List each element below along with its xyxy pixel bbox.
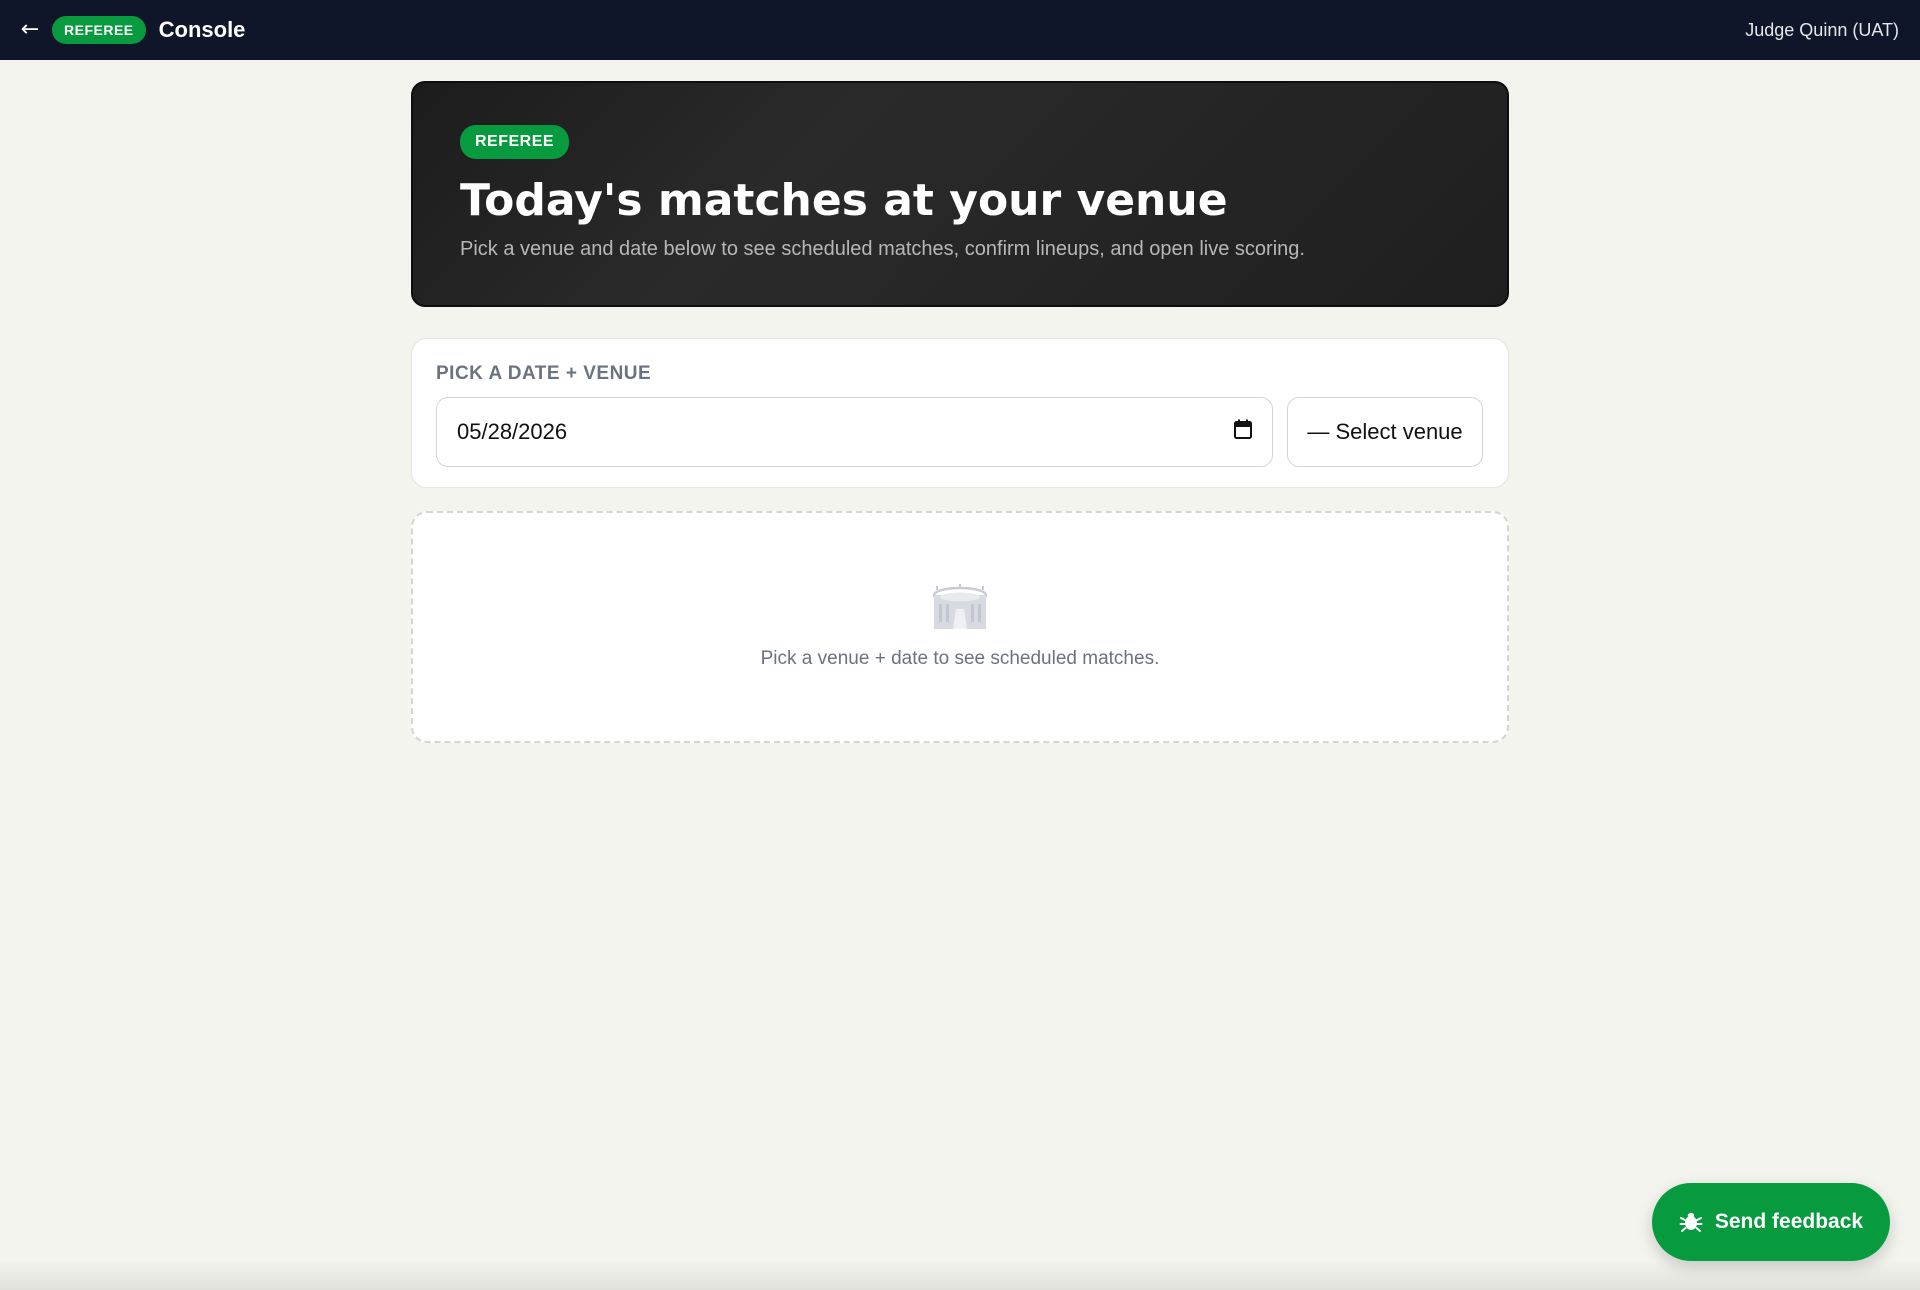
hero-banner: REFEREE Today's matches at your venue Pi…: [411, 81, 1509, 307]
date-venue-picker: PICK A DATE + VENUE 05/28/2026 — Select …: [411, 338, 1509, 488]
empty-message: Pick a venue + date to see scheduled mat…: [760, 648, 1160, 669]
date-value: 05/28/2026: [457, 419, 568, 444]
app-title: Console: [158, 17, 246, 42]
send-feedback-button[interactable]: Send feedback: [1652, 1183, 1890, 1261]
date-input[interactable]: 05/28/2026: [436, 397, 1273, 467]
page-title: Today's matches at your venue: [460, 175, 1228, 226]
picker-label: PICK A DATE + VENUE: [436, 363, 652, 384]
calendar-icon[interactable]: [1234, 419, 1252, 445]
venue-select[interactable]: — Select venue: [1287, 397, 1483, 467]
page-subtitle: Pick a venue and date below to see sched…: [460, 238, 1305, 260]
stadium-icon: [932, 584, 988, 629]
user-name[interactable]: Judge Quinn (UAT): [1745, 20, 1899, 41]
send-feedback-label: Send feedback: [1714, 1210, 1864, 1233]
role-badge: REFEREE: [52, 16, 146, 44]
empty-state: Pick a venue + date to see scheduled mat…: [411, 511, 1509, 743]
back-arrow-icon[interactable]: ←: [18, 19, 42, 41]
bottom-fade: [0, 1260, 1920, 1290]
bug-icon: [1679, 1212, 1703, 1232]
top-nav: ← REFEREE Console Judge Quinn (UAT): [0, 0, 1920, 60]
hero-badge: REFEREE: [460, 125, 570, 159]
